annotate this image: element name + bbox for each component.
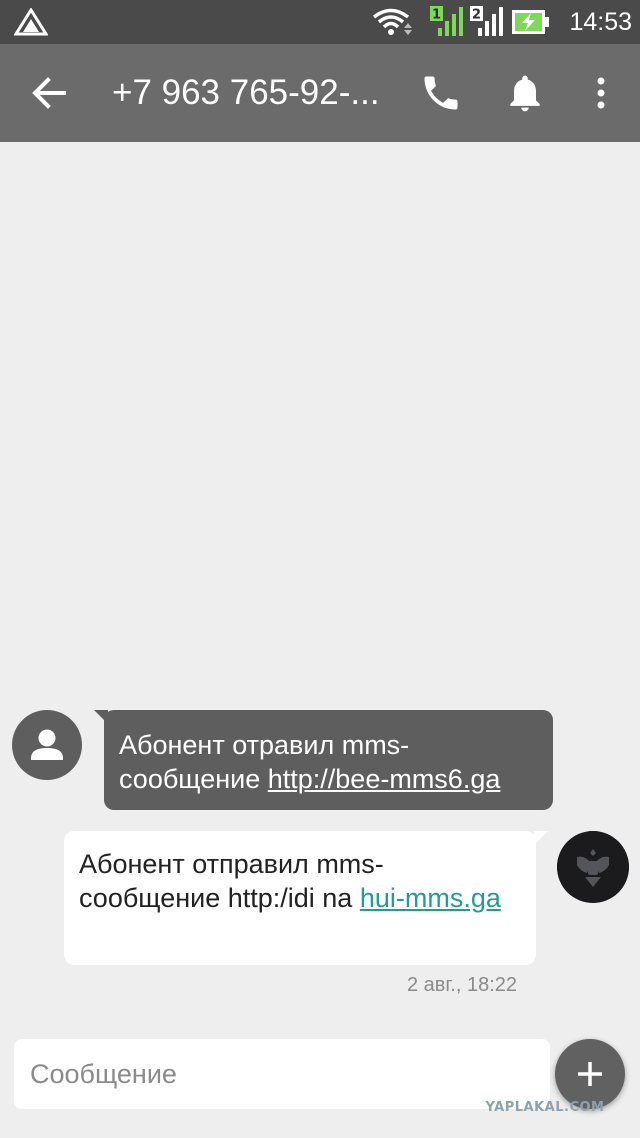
phone-icon[interactable] [418,71,464,115]
status-bar: 1 2 14:53 [0,0,640,44]
warning-triangle-icon [14,8,48,36]
message-timestamp: 2 авг., 18:22 [407,974,517,996]
contact-title: +7 963 765-92-... [112,73,380,112]
coat-of-arms-avatar-icon [557,831,629,903]
outgoing-message-link[interactable]: hui-mms.ga [360,883,501,913]
sim1-label: 1 [432,8,441,23]
outgoing-message-text: Абонент отправил mms-сообщение http:/idi… [79,849,384,913]
watermark: YAPLAKAL.COM [485,1100,605,1115]
incoming-message[interactable]: Абонент отравил mms-сообщение http://bee… [94,710,553,810]
status-time: 14:53 [569,8,632,36]
sim2-label: 2 [472,8,481,23]
wifi-icon [372,8,412,35]
cell-signal-sim2-icon: 2 [470,6,503,36]
contact-avatar[interactable] [12,710,82,780]
outgoing-message[interactable]: Абонент отправил mms-сообщение http:/idi… [64,831,548,965]
self-avatar [557,831,629,903]
conversation-toolbar: +7 963 765-92-... [0,44,640,142]
plus-icon [578,1062,602,1086]
more-vert-icon[interactable] [586,71,616,115]
incoming-message-link[interactable]: http://bee-mms6.ga [268,764,501,794]
bell-icon[interactable] [502,71,548,115]
person-icon [31,729,63,760]
arrow-back-icon[interactable] [26,71,72,115]
battery-charging-icon [512,10,549,34]
cell-signal-sim1-icon: 1 [430,6,463,36]
